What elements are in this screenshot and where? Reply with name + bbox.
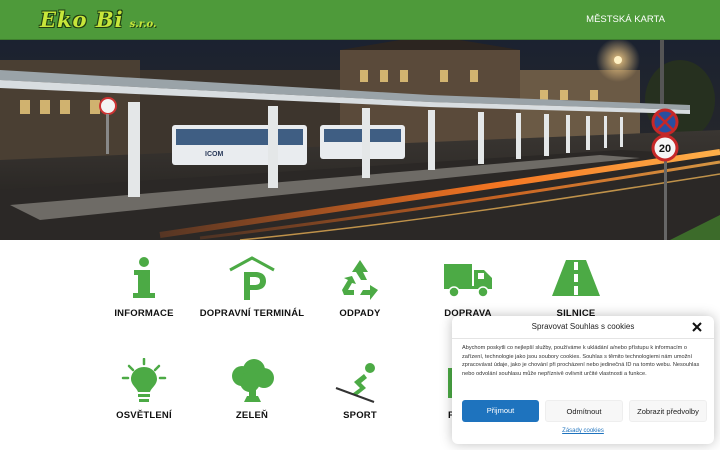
category-silnice[interactable]: SILNICE xyxy=(516,256,636,319)
bus-sign-text: ICOM xyxy=(205,151,223,158)
road-icon xyxy=(552,260,600,296)
deny-button[interactable]: Odmítnout xyxy=(545,400,623,422)
category-label: OSVĚTLENÍ xyxy=(116,410,172,421)
logo-text: Eko Bi xyxy=(40,7,124,32)
logo-suffix: s.r.o. xyxy=(129,19,157,30)
speed-limit-text: 20 xyxy=(659,143,671,155)
consent-title: Spravovat Souhlas s cookies xyxy=(531,322,635,331)
hero-photo: ICOM 20 xyxy=(0,40,720,240)
cookie-consent-dialog: Spravovat Souhlas s cookies Abychom posk… xyxy=(452,316,714,444)
consent-body: Abychom poskytli co nejlepší služby, pou… xyxy=(462,345,700,377)
category-label: ZELEŇ xyxy=(235,410,269,421)
recycle-icon xyxy=(342,260,378,300)
page: Eko Bi s.r.o. MĚSTSKÁ KARTA ICOM 20 INFO… xyxy=(0,0,720,450)
preferences-button[interactable]: Zobrazit předvolby xyxy=(629,400,707,422)
consent-divider xyxy=(452,338,714,339)
category-label: SPORT xyxy=(343,410,377,421)
category-label: INFORMACE xyxy=(114,308,174,319)
skier-icon xyxy=(335,363,375,403)
nav-link-mestska-karta[interactable]: MĚSTSKÁ KARTA xyxy=(586,14,665,25)
site-header: Eko Bi s.r.o. MĚSTSKÁ KARTA xyxy=(0,0,720,40)
cookie-policy-link[interactable]: Zásady cookies xyxy=(452,428,714,434)
category-sport[interactable]: SPORT xyxy=(300,358,420,421)
category-osvetleni[interactable]: OSVĚTLENÍ xyxy=(84,358,204,421)
category-label: DOPRAVNÍ TERMINÁL xyxy=(199,308,305,319)
truck-icon xyxy=(444,264,492,298)
category-informace[interactable]: INFORMACE xyxy=(84,256,204,319)
lightbulb-icon xyxy=(121,358,167,402)
parking-icon xyxy=(229,256,275,300)
category-odpady[interactable]: ODPADY xyxy=(300,256,420,319)
hero-image: ICOM 20 xyxy=(0,40,720,240)
tree-icon xyxy=(232,359,274,402)
site-logo[interactable]: Eko Bi s.r.o. xyxy=(40,7,157,33)
category-zelen[interactable]: ZELEŇ xyxy=(192,358,312,421)
info-icon xyxy=(133,257,155,298)
accept-button[interactable]: Přijmout xyxy=(462,400,539,422)
category-doprava[interactable]: DOPRAVA xyxy=(408,256,528,319)
category-label: ODPADY xyxy=(339,308,381,319)
category-dopravni-terminal[interactable]: DOPRAVNÍ TERMINÁL xyxy=(192,256,312,319)
close-icon[interactable] xyxy=(690,320,704,334)
